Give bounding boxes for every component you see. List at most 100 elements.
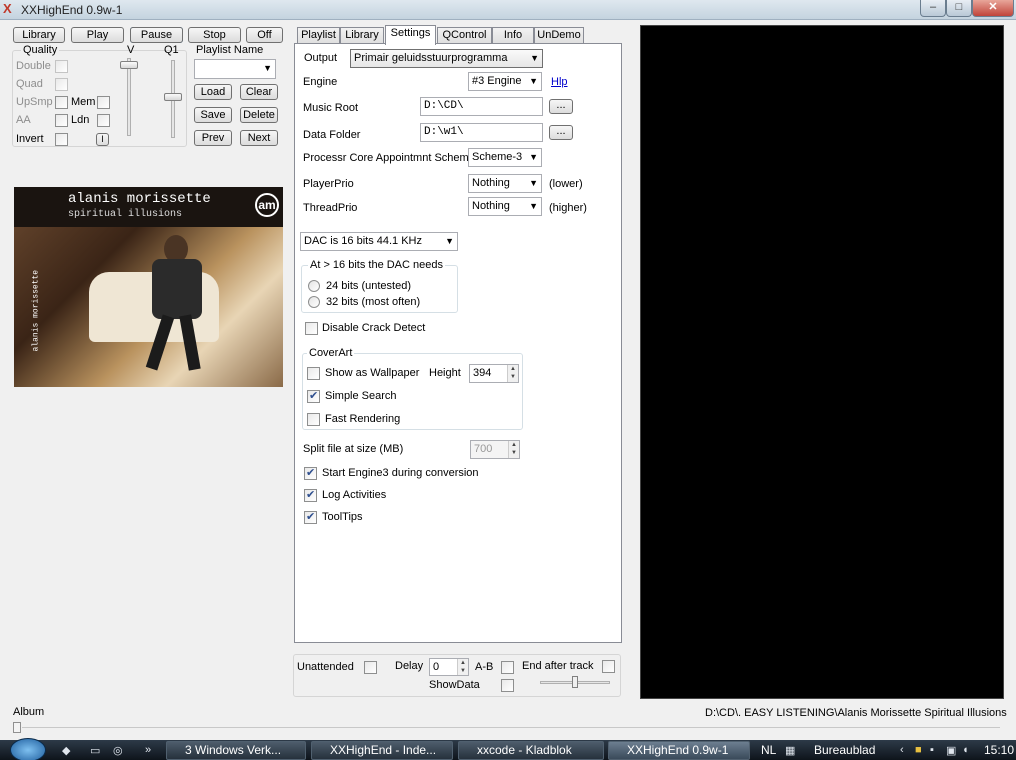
spinner-arrows-icon[interactable]: ▲ ▼ (457, 659, 468, 675)
player-prio-label: PlayerPrio (303, 178, 354, 190)
library-button[interactable]: Library (13, 27, 65, 43)
start-button[interactable] (10, 738, 46, 760)
stop-button[interactable]: Stop (188, 27, 241, 43)
tab-undemo[interactable]: UnDemo (534, 27, 584, 44)
engine-label: Engine (303, 76, 338, 88)
music-root-label: Music Root (303, 102, 359, 114)
split-spinner[interactable]: 700 ▲ ▼ (470, 440, 520, 459)
playlist-name-dropdown[interactable]: ▼ (194, 59, 276, 79)
engine-help-link[interactable]: Hlp (551, 76, 568, 88)
thread-prio-dropdown[interactable]: Nothing ▼ (468, 197, 542, 216)
show-data-checkbox[interactable] (501, 679, 514, 692)
ldn-checkbox[interactable] (97, 114, 110, 127)
volume-slider-track[interactable] (127, 58, 131, 136)
core-scheme-dropdown[interactable]: Scheme-3 ▼ (468, 148, 542, 167)
delete-button[interactable]: Delete (240, 107, 278, 123)
keyboard-icon[interactable]: ▦ (785, 744, 795, 757)
volume-slider-thumb[interactable] (120, 61, 138, 69)
upsmp-checkbox[interactable] (55, 96, 68, 109)
tooltips-checkbox[interactable] (304, 510, 317, 524)
q1-slider-thumb[interactable] (164, 93, 182, 101)
chevron-left-icon[interactable]: ‹ (900, 744, 904, 756)
engine-dropdown[interactable]: #3 Engine ▼ (468, 72, 542, 91)
bits24-radio[interactable] (308, 280, 320, 292)
quicklaunch-icon-1[interactable]: ◆ (62, 744, 70, 757)
ldn-label: Ldn (71, 114, 90, 126)
quad-label: Quad (16, 78, 43, 90)
album-slider-thumb[interactable] (13, 722, 21, 733)
start-engine-checkbox[interactable] (304, 466, 317, 480)
fast-render-checkbox[interactable] (307, 413, 320, 426)
quicklaunch-icon-2[interactable]: ▭ (90, 744, 100, 757)
cover-art-image: alanis morissette spiritual illusions am… (14, 187, 283, 387)
unattended-checkbox[interactable] (364, 661, 377, 674)
ab-checkbox[interactable] (501, 661, 514, 674)
aa-checkbox[interactable] (55, 114, 68, 127)
chevron-down-icon: ▼ (529, 152, 538, 162)
album-slider-track[interactable] (22, 727, 1000, 728)
music-root-input[interactable]: D:\CD\ (420, 97, 543, 116)
double-checkbox[interactable] (55, 60, 68, 73)
tab-settings[interactable]: Settings (385, 25, 436, 45)
tray-icon-2[interactable]: ▪ (930, 744, 934, 756)
output-dropdown[interactable]: Primair geluidsstuurprogramma ▼ (350, 49, 543, 68)
network-icon[interactable]: ▣ (946, 744, 956, 757)
tab-playlist[interactable]: Playlist (297, 27, 340, 44)
simple-search-checkbox[interactable] (307, 389, 320, 403)
tab-library[interactable]: Library (340, 27, 384, 44)
i-button[interactable]: I (96, 133, 109, 146)
music-root-browse-button[interactable]: ... (549, 99, 573, 114)
wallpaper-checkbox[interactable] (307, 367, 320, 380)
data-folder-input[interactable]: D:\w1\ (420, 123, 543, 142)
play-button-real[interactable]: Play (71, 27, 124, 43)
maximize-button[interactable]: □ (946, 0, 972, 17)
spinner-arrows-icon[interactable]: ▲ ▼ (508, 441, 519, 458)
off-button[interactable]: Off (246, 27, 283, 43)
data-folder-browse-button[interactable]: ... (549, 125, 573, 140)
end-after-track-checkbox[interactable] (602, 660, 615, 673)
language-indicator[interactable]: NL (761, 743, 776, 757)
tab-info[interactable]: Info (492, 27, 534, 44)
quad-checkbox[interactable] (55, 78, 68, 91)
clear-button[interactable]: Clear (240, 84, 278, 100)
task-xxhighend[interactable]: XXHighEnd 0.9w-1 (608, 741, 750, 760)
log-checkbox[interactable] (304, 488, 317, 502)
close-button[interactable]: ✕ (972, 0, 1014, 17)
player-prio-dropdown[interactable]: Nothing ▼ (468, 174, 542, 193)
task-xxhighend-index[interactable]: XXHighEnd - Inde... (311, 741, 453, 760)
height-spinner[interactable]: 394 ▲ ▼ (469, 364, 519, 383)
delay-spinner[interactable]: 0 ▲ ▼ (429, 658, 469, 676)
next-button[interactable]: Next (240, 130, 278, 146)
quality-title: Quality (21, 44, 60, 56)
invert-checkbox[interactable] (55, 133, 68, 146)
window-title: XXHighEnd 0.9w-1 (21, 3, 123, 17)
mem-checkbox[interactable] (97, 96, 110, 109)
prev-button[interactable]: Prev (194, 130, 232, 146)
volume-icon[interactable]: ◖ (962, 744, 969, 756)
spinner-arrows-icon[interactable]: ▲ ▼ (507, 365, 518, 382)
track-slider-thumb[interactable] (572, 676, 578, 688)
clock: 15:10 (984, 743, 1015, 757)
display-pane (640, 25, 1004, 699)
cover-album-text: spiritual illusions (68, 209, 183, 220)
task-explorer[interactable]: 3 Windows Verk... (166, 741, 306, 760)
task-notepad-label: xxcode - Kladblok (477, 743, 572, 757)
pause-button[interactable]: Pause (130, 27, 183, 43)
minimize-button[interactable]: – (920, 0, 946, 17)
load-button[interactable]: Load (194, 84, 232, 100)
album-label: Album (13, 706, 45, 718)
chevron-right-icon[interactable]: » (145, 744, 151, 756)
tab-qcontrol[interactable]: QControl (437, 27, 492, 44)
task-notepad[interactable]: xxcode - Kladblok (458, 741, 604, 760)
disable-crack-checkbox[interactable] (305, 322, 318, 335)
disable-crack-label: Disable Crack Detect (322, 322, 426, 334)
chevron-down-icon: ▼ (529, 76, 538, 86)
dac-dropdown[interactable]: DAC is 16 bits 44.1 KHz ▼ (300, 232, 458, 251)
output-label: Output (304, 52, 338, 64)
quicklaunch-icon-3[interactable]: ◎ (113, 744, 123, 757)
tray-icon-1[interactable]: ■ (915, 744, 922, 756)
save-button[interactable]: Save (194, 107, 232, 123)
thread-prio-note: (higher) (549, 202, 587, 214)
bits32-radio[interactable] (308, 296, 320, 308)
desktop-toolbar[interactable]: Bureaublad (814, 743, 875, 757)
